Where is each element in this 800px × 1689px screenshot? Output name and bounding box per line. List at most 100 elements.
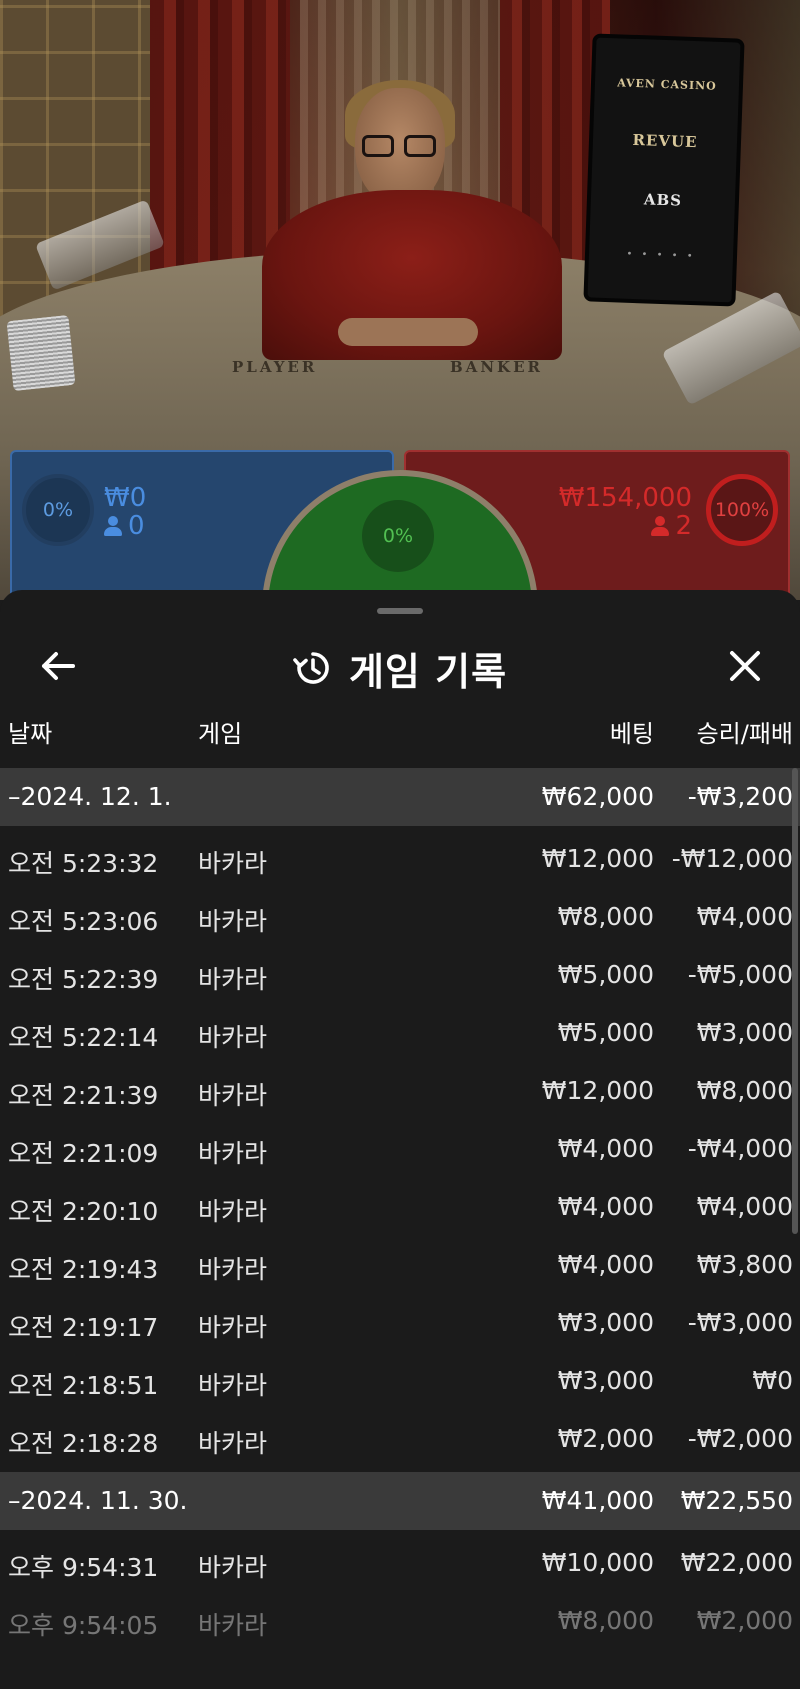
arrow-left-icon [42, 652, 75, 680]
row-bet: ₩5,000 [557, 960, 654, 989]
row-bet: ₩5,000 [557, 1018, 654, 1047]
row-bet: ₩8,000 [557, 902, 654, 931]
history-row[interactable]: 오전 2:19:43 바카라 ₩4,000 ₩3,800 [0, 1236, 800, 1294]
history-row[interactable]: 오전 5:22:14 바카라 ₩5,000 ₩3,000 [0, 1004, 800, 1062]
row-game: 바카라 [198, 1553, 268, 1582]
group-date: –2024. 11. 30. [8, 1486, 188, 1515]
row-time: 오후 9:54:31 [8, 1553, 159, 1582]
row-time: 오전 2:19:17 [8, 1313, 159, 1342]
group-result-total: -₩3,200 [687, 782, 793, 811]
row-result: -₩12,000 [671, 844, 793, 873]
group-date: –2024. 12. 1. [8, 782, 172, 811]
table-label-player: PLAYER [232, 358, 318, 376]
row-result: -₩3,000 [687, 1308, 793, 1337]
banker-count: 2 [651, 512, 692, 540]
group-bet-total: ₩62,000 [541, 782, 654, 811]
row-bet: ₩3,000 [557, 1308, 654, 1337]
dealer-arms [338, 318, 478, 346]
row-game: 바카라 [198, 1313, 268, 1342]
row-result: ₩3,000 [696, 1018, 793, 1047]
row-bet: ₩4,000 [557, 1134, 654, 1163]
user-icon [651, 516, 670, 536]
row-bet: ₩4,000 [557, 1192, 654, 1221]
row-time: 오전 5:23:06 [8, 907, 159, 936]
sponsor-brand-abs: ABS [643, 189, 683, 210]
history-row[interactable]: 오후 9:54:31 바카라 ₩10,000 ₩22,000 [0, 1534, 800, 1592]
column-header-bet[interactable]: 베팅 [610, 714, 654, 749]
history-row[interactable]: 오전 5:23:06 바카라 ₩8,000 ₩4,000 [0, 888, 800, 946]
close-button[interactable] [720, 644, 770, 688]
banker-total-amount: ₩154,000 [558, 483, 692, 513]
banker-percent: 100% [706, 474, 778, 546]
row-time: 오전 2:18:51 [8, 1371, 159, 1400]
row-game: 바카라 [198, 907, 268, 936]
history-row[interactable]: 오전 2:20:10 바카라 ₩4,000 ₩4,000 [0, 1178, 800, 1236]
row-result: -₩4,000 [687, 1134, 793, 1163]
row-game: 바카라 [198, 1255, 268, 1284]
sponsor-display: AVEN CASINO REVUE ABS • • • • • [583, 33, 745, 307]
banker-count-value: 2 [675, 511, 692, 541]
column-header-game[interactable]: 게임 [198, 714, 242, 749]
close-icon [730, 651, 760, 681]
row-game: 바카라 [198, 1023, 268, 1052]
history-row[interactable]: 오전 5:23:32 바카라 ₩12,000 -₩12,000 [0, 830, 800, 888]
row-time: 오전 2:18:28 [8, 1429, 159, 1458]
row-game: 바카라 [198, 1139, 268, 1168]
player-count: 0 [104, 512, 145, 540]
row-game: 바카라 [198, 1197, 268, 1226]
row-time: 오전 2:21:09 [8, 1139, 159, 1168]
row-time: 오전 5:23:32 [8, 849, 159, 878]
sheet-title-wrap: 게임 기록 [0, 626, 800, 710]
row-time: 오전 2:21:39 [8, 1081, 159, 1110]
row-game: 바카라 [198, 1429, 268, 1458]
row-bet: ₩12,000 [541, 844, 654, 873]
player-total-amount: ₩0 [104, 483, 147, 513]
row-bet: ₩10,000 [541, 1548, 654, 1577]
date-group-row[interactable]: –2024. 12. 1. ₩62,000 -₩3,200 [0, 768, 800, 826]
sponsor-brand-aven: AVEN CASINO [617, 76, 717, 93]
row-result: -₩2,000 [687, 1424, 793, 1453]
card-stack [6, 314, 76, 392]
row-result: ₩3,800 [696, 1250, 793, 1279]
player-count-value: 0 [128, 511, 145, 541]
history-icon [293, 652, 329, 684]
row-time: 오전 2:19:43 [8, 1255, 159, 1284]
date-group-row[interactable]: –2024. 11. 30. ₩41,000 ₩22,550 [0, 1472, 800, 1530]
row-game: 바카라 [198, 965, 268, 994]
row-game: 바카라 [198, 1611, 268, 1640]
row-result: ₩2,000 [696, 1606, 793, 1635]
history-row[interactable]: 오전 2:21:39 바카라 ₩12,000 ₩8,000 [0, 1062, 800, 1120]
row-time: 오후 9:54:05 [8, 1611, 159, 1640]
player-percent: 0% [22, 474, 94, 546]
row-game: 바카라 [198, 1371, 268, 1400]
history-row[interactable]: 오전 5:22:39 바카라 ₩5,000 -₩5,000 [0, 946, 800, 1004]
row-game: 바카라 [198, 849, 268, 878]
row-result: ₩4,000 [696, 1192, 793, 1221]
row-game: 바카라 [198, 1081, 268, 1110]
row-result: ₩22,000 [680, 1548, 793, 1577]
row-result: ₩4,000 [696, 902, 793, 931]
row-bet: ₩3,000 [557, 1366, 654, 1395]
history-list: –2024. 12. 1. ₩62,000 -₩3,200 오전 5:23:32… [0, 768, 800, 1650]
sheet-title: 게임 기록 [348, 649, 508, 694]
history-scrollbar[interactable] [792, 768, 798, 1234]
sheet-drag-handle[interactable] [377, 608, 423, 614]
column-header-date[interactable]: 날짜 [8, 714, 52, 749]
row-result: ₩0 [752, 1366, 793, 1395]
history-row[interactable]: 오전 2:21:09 바카라 ₩4,000 -₩4,000 [0, 1120, 800, 1178]
history-row[interactable]: 오전 2:18:28 바카라 ₩2,000 -₩2,000 [0, 1410, 800, 1468]
history-row[interactable]: 오전 2:19:17 바카라 ₩3,000 -₩3,000 [0, 1294, 800, 1352]
table-label-banker: BANKER [450, 358, 543, 376]
carousel-dots-icon: • • • • • [626, 248, 696, 263]
history-row[interactable]: 오전 2:18:51 바카라 ₩3,000 ₩0 [0, 1352, 800, 1410]
column-header-result[interactable]: 승리/패배 [697, 714, 793, 749]
row-result: -₩5,000 [687, 960, 793, 989]
user-icon [104, 516, 122, 536]
row-time: 오전 2:20:10 [8, 1197, 159, 1226]
row-time: 오전 5:22:39 [8, 965, 159, 994]
history-row[interactable]: 오후 9:54:05 바카라 ₩8,000 ₩2,000 [0, 1592, 800, 1650]
back-button[interactable] [36, 644, 80, 688]
row-bet: ₩8,000 [557, 1606, 654, 1635]
group-bet-total: ₩41,000 [541, 1486, 654, 1515]
row-result: ₩8,000 [696, 1076, 793, 1105]
